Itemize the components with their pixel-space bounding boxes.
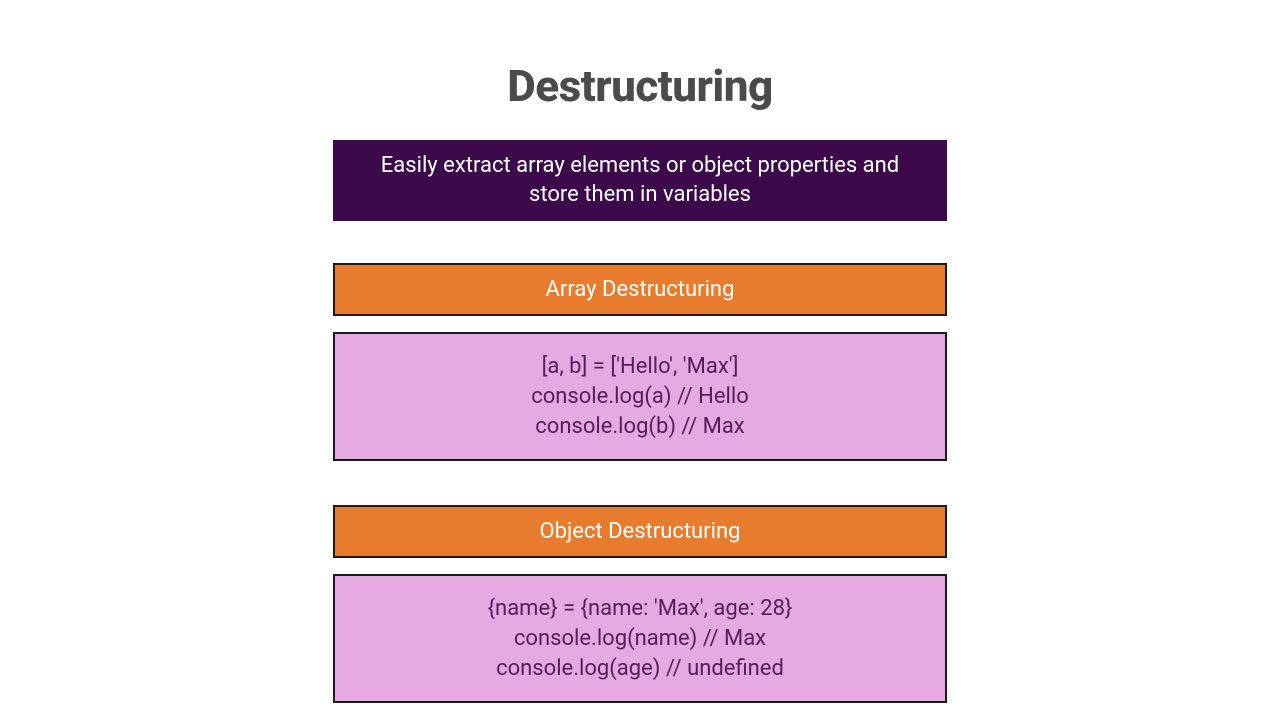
- code-line: [a, b] = ['Hello', 'Max']: [542, 352, 739, 382]
- page-title: Destructuring: [507, 60, 773, 112]
- code-line: console.log(name) // Max: [514, 624, 766, 654]
- object-destructuring-header: Object Destructuring: [333, 505, 947, 558]
- object-destructuring-code: {name} = {name: 'Max', age: 28} console.…: [333, 574, 947, 703]
- code-line: console.log(b) // Max: [535, 412, 744, 442]
- code-line: console.log(age) // undefined: [496, 654, 784, 684]
- array-destructuring-code: [a, b] = ['Hello', 'Max'] console.log(a)…: [333, 332, 947, 461]
- intro-box: Easily extract array elements or object …: [333, 140, 947, 221]
- code-line: {name} = {name: 'Max', age: 28}: [488, 594, 793, 624]
- code-line: console.log(a) // Hello: [531, 382, 749, 412]
- array-destructuring-header: Array Destructuring: [333, 263, 947, 316]
